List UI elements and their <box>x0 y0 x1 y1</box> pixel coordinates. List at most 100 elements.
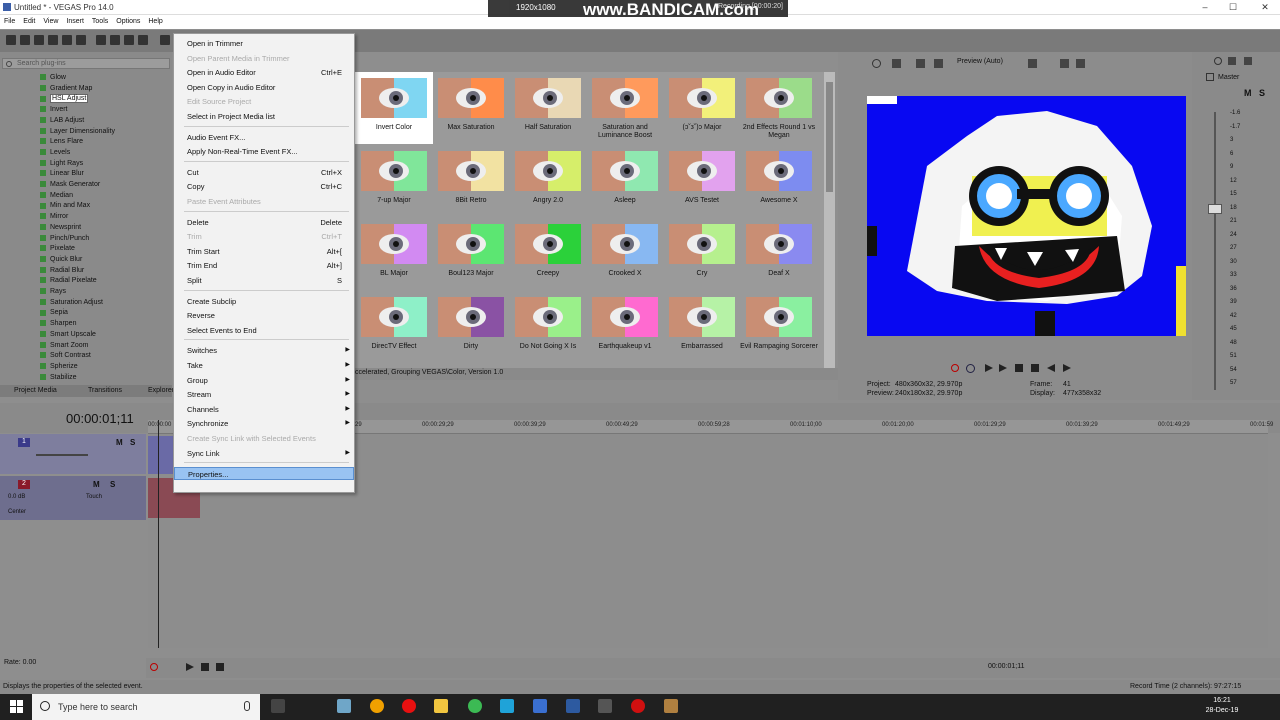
plugin-item[interactable]: Gradient Map <box>40 85 92 95</box>
menu-help[interactable]: Help <box>144 15 166 25</box>
context-menu-item[interactable]: Reverse <box>174 309 354 322</box>
plugin-item[interactable]: Light Rays <box>40 160 83 170</box>
master-fader[interactable] <box>1208 204 1222 214</box>
plugin-item[interactable]: Levels <box>40 149 70 159</box>
tab-explorer[interactable]: Explorer <box>148 387 174 394</box>
context-menu-item[interactable]: Switches ▶ <box>174 344 354 357</box>
context-menu-item[interactable]: Properties... <box>174 467 354 481</box>
properties-icon[interactable] <box>76 35 86 45</box>
plugin-item[interactable]: Radial Pixelate <box>40 277 97 287</box>
track1-solo[interactable]: S <box>130 438 135 447</box>
fx-preset-item[interactable]: Cry <box>663 218 741 290</box>
context-menu-item[interactable]: Open in Audio Editor Ctrl+E <box>174 66 354 79</box>
timeline-stop-button[interactable] <box>216 663 224 671</box>
fx-preset-item[interactable]: (ɔ˘з˘)ɔ Major <box>663 72 741 144</box>
microphone-icon[interactable] <box>244 701 250 711</box>
new-icon[interactable] <box>6 35 16 45</box>
overlay-icon[interactable] <box>934 59 943 68</box>
plugin-item[interactable]: Sharpen <box>40 320 76 330</box>
fx-preset-item[interactable]: Do Not Going X Is <box>509 291 587 363</box>
plugin-item[interactable]: Stabilize <box>40 374 76 384</box>
master-settings-icon[interactable] <box>1214 57 1222 65</box>
vegas-alt-taskbar-icon[interactable] <box>566 699 580 713</box>
copy-snapshot-icon[interactable] <box>1060 59 1069 68</box>
close-button[interactable]: ✕ <box>1250 0 1280 15</box>
plugin-item[interactable]: Spherize <box>40 363 78 373</box>
open-icon[interactable] <box>20 35 30 45</box>
game-taskbar-icon[interactable] <box>664 699 678 713</box>
context-menu-item[interactable]: Synchronize ▶ <box>174 417 354 430</box>
plugin-item[interactable]: Invert <box>40 106 68 116</box>
plugin-search-input[interactable]: Search plug-ins <box>2 58 170 69</box>
plugin-item[interactable]: Saturation Adjust <box>40 299 103 309</box>
copy-icon[interactable] <box>124 35 134 45</box>
track2-mute[interactable]: M <box>93 480 100 489</box>
plugin-item[interactable]: Newsprint <box>40 224 81 234</box>
plugin-item[interactable]: Mask Generator <box>40 181 100 191</box>
fx-preset-item[interactable]: 8Bit Retro <box>432 145 510 217</box>
plugin-item[interactable]: Quick Blur <box>40 256 82 266</box>
fx-preset-item[interactable]: Deaf X <box>740 218 818 290</box>
context-menu-item[interactable]: Group ▶ <box>174 374 354 387</box>
fx-preset-item[interactable]: Creepy <box>509 218 587 290</box>
fx-preset-item[interactable]: Evil Rampaging Sorcerer <box>740 291 818 363</box>
bandicam-taskbar-icon[interactable] <box>631 699 645 713</box>
fx-preset-item[interactable]: DirecTV Effect <box>355 291 433 363</box>
store-icon[interactable] <box>500 699 514 713</box>
taskbar-search-box[interactable]: Type here to search <box>32 694 260 720</box>
media-taskbar-icon[interactable] <box>598 699 612 713</box>
app-taskbar-icon[interactable] <box>337 699 351 713</box>
pause-button[interactable] <box>1015 364 1023 372</box>
track1-level-slider[interactable] <box>36 454 88 456</box>
plugin-item[interactable]: Pixelate <box>40 245 75 255</box>
chrome-icon[interactable] <box>468 699 482 713</box>
context-menu-item[interactable]: Open Copy in Audio Editor <box>174 81 354 94</box>
preview-quality-dropdown[interactable]: Preview (Auto) <box>957 58 1003 65</box>
chrome-canary-icon[interactable] <box>370 699 384 713</box>
plugin-item[interactable]: Lens Flare <box>40 138 83 148</box>
file-explorer-icon[interactable] <box>434 699 448 713</box>
context-menu-item[interactable]: Stream ▶ <box>174 388 354 401</box>
maximize-button[interactable]: ☐ <box>1218 0 1248 15</box>
split-screen-icon[interactable] <box>916 59 925 68</box>
undo-icon[interactable] <box>160 35 170 45</box>
plugin-item[interactable]: Rays <box>40 288 66 298</box>
save-icon[interactable] <box>34 35 44 45</box>
fx-preset-item[interactable]: 7-up Major <box>355 145 433 217</box>
vegas-pro-taskbar-icon[interactable] <box>533 699 547 713</box>
fx-preset-item[interactable]: Angry 2.0 <box>509 145 587 217</box>
stop-button[interactable] <box>1031 364 1039 372</box>
context-menu-item[interactable]: Open in Trimmer <box>174 37 354 50</box>
context-menu-item[interactable]: Take ▶ <box>174 359 354 372</box>
master-solo-button[interactable]: S <box>1259 88 1265 98</box>
minimize-button[interactable]: – <box>1190 0 1220 15</box>
master-mute-button[interactable]: M <box>1244 88 1252 98</box>
taskbar-clock[interactable]: 16:21 28-Dec-19 <box>1204 696 1240 718</box>
fx-preset-item[interactable]: Saturation and Luminance Boost <box>586 72 664 144</box>
grid-icon[interactable] <box>1028 59 1037 68</box>
timeline-record-button[interactable] <box>150 663 158 671</box>
context-menu-item[interactable]: Channels ▶ <box>174 403 354 416</box>
fx-preset-item[interactable]: Earthquakeup v1 <box>586 291 664 363</box>
fx-preset-item[interactable]: Asleep <box>586 145 664 217</box>
fx-scroll-thumb[interactable] <box>826 82 833 192</box>
timeline-play-button[interactable] <box>186 663 194 671</box>
fx-preset-item[interactable]: 2nd Effects Round 1 vs Megan <box>740 72 818 144</box>
save-as-icon[interactable] <box>48 35 58 45</box>
context-menu-item[interactable]: Select in Project Media list <box>174 110 354 123</box>
plugin-item[interactable]: Min and Max <box>40 202 90 212</box>
plugin-item[interactable]: Soft Contrast <box>40 352 91 362</box>
opera-icon[interactable] <box>402 699 416 713</box>
master-menu-icon[interactable] <box>1244 57 1252 65</box>
context-menu-item[interactable]: Copy Ctrl+C <box>174 180 354 193</box>
fx-preset-item[interactable]: Dirty <box>432 291 510 363</box>
menu-file[interactable]: File <box>0 15 19 25</box>
plugin-item[interactable]: Layer Dimensionality <box>40 128 115 138</box>
audio-track-header[interactable]: 2 M S 0.0 dB Touch Center <box>0 476 146 520</box>
context-menu-item[interactable]: Create Subclip <box>174 295 354 308</box>
preview-fx-icon[interactable] <box>892 59 901 68</box>
menu-view[interactable]: View <box>39 15 62 25</box>
context-menu-item[interactable]: Cut Ctrl+X <box>174 166 354 179</box>
preview-settings-icon[interactable] <box>872 59 881 68</box>
plugin-item[interactable]: Sepia <box>40 309 68 319</box>
